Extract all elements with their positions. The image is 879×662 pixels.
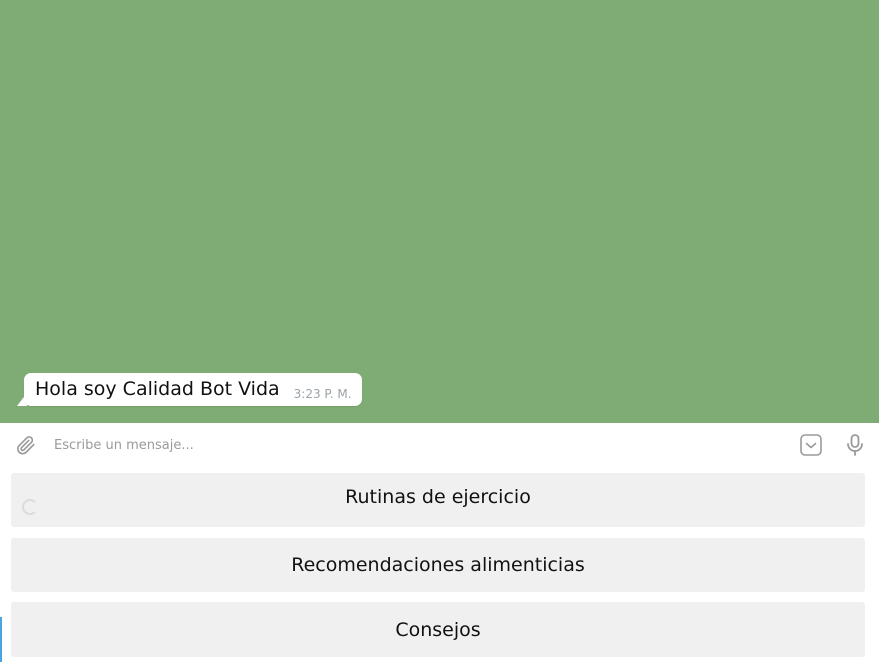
microphone-icon — [847, 434, 863, 456]
window-edge-accent — [0, 617, 2, 662]
message-time: 3:23 P. M. — [293, 387, 352, 401]
message-text: Hola soy Calidad Bot Vida — [35, 378, 280, 400]
chat-history[interactable]: Hola soy Calidad Bot Vida 3:23 P. M. — [0, 0, 879, 423]
sticker-button[interactable] — [797, 431, 825, 459]
paperclip-icon — [17, 436, 35, 455]
message-input[interactable] — [54, 433, 774, 457]
message-bubble[interactable]: Hola soy Calidad Bot Vida 3:23 P. M. — [24, 373, 362, 406]
attach-button[interactable] — [12, 431, 40, 459]
voice-record-button[interactable] — [842, 431, 868, 459]
loading-spinner-icon — [22, 499, 38, 515]
bot-reply-keyboard: Rutinas de ejercicio Recomendaciones ali… — [0, 468, 879, 662]
chat-window: Hola soy Calidad Bot Vida 3:23 P. M. Esc… — [0, 0, 879, 662]
reply-button-rutinas[interactable]: Rutinas de ejercicio — [11, 473, 865, 527]
sticker-icon — [800, 434, 822, 456]
message-composer — [0, 423, 879, 468]
reply-button-recomendaciones[interactable]: Recomendaciones alimenticias — [11, 538, 865, 592]
reply-button-consejos[interactable]: Consejos — [11, 602, 865, 657]
